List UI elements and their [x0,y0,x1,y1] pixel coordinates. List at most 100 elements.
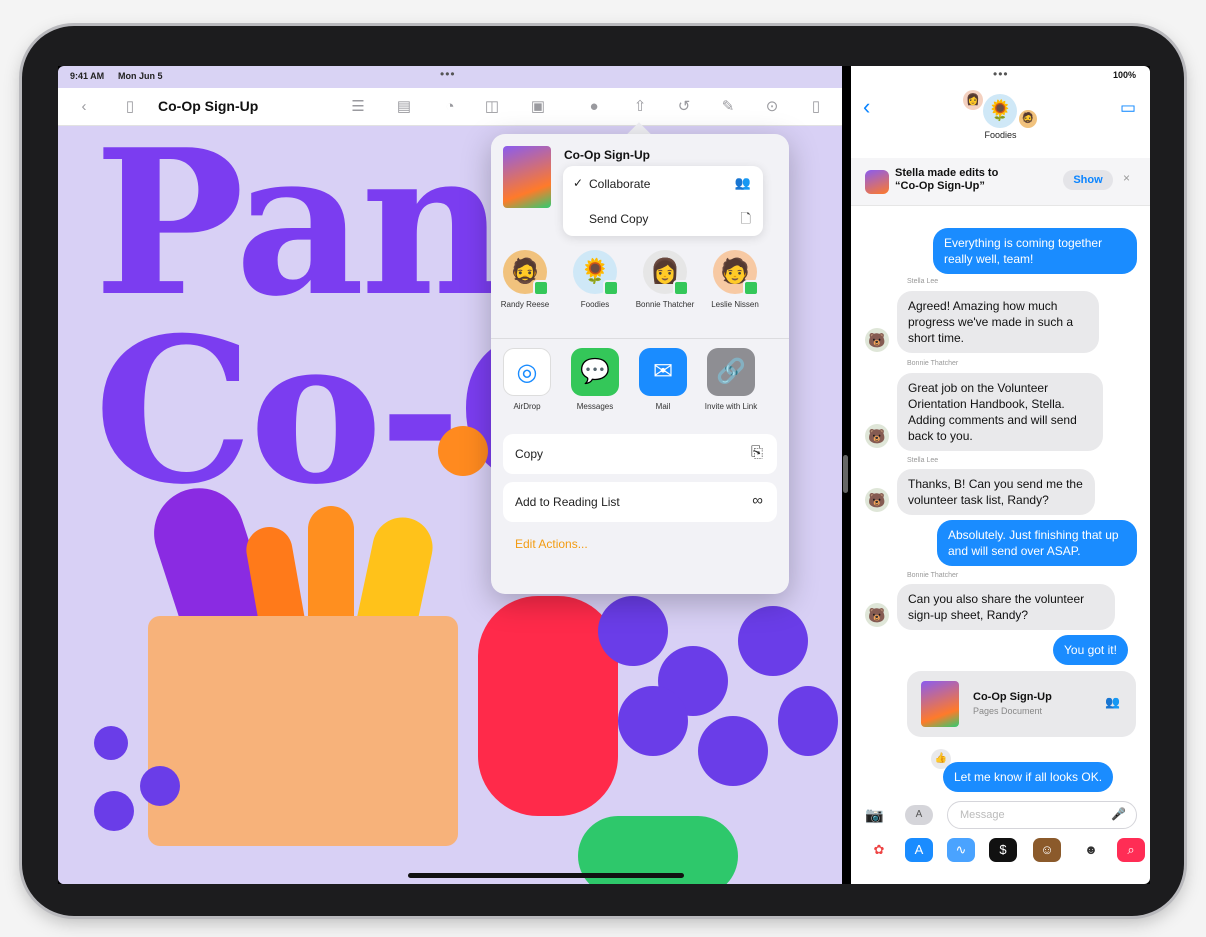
app-name: Invite with Link [704,402,758,411]
messages-badge-icon [743,280,759,296]
close-icon[interactable]: × [1123,171,1130,185]
mail-app[interactable]: ✉ Mail [631,348,695,412]
glasses-icon: ∞ [752,492,763,509]
sidebar-icon[interactable]: ▯ [120,97,140,117]
home-indicator [408,873,684,878]
collaborate-option[interactable]: ✓ Collaborate 👥 [563,166,763,201]
banner-line-2: “Co-Op Sign-Up” [895,180,985,192]
memoji-icon: 🧔 [503,250,549,296]
edit-actions-link[interactable]: Edit Actions... [515,537,588,551]
message-bubble-outgoing[interactable]: You got it! [1053,635,1128,665]
shared-document-card[interactable]: Co-Op Sign-Up Pages Document 👥 [907,671,1136,737]
memoji-icon[interactable]: ☻ [1077,838,1105,862]
grape-illustration [140,766,180,806]
audio-message-icon[interactable]: ∿ [947,838,975,862]
person-foodies[interactable]: 🌻 Foodies [565,250,625,310]
sunflower-icon: 🌻 [573,250,619,296]
message-bubble-incoming[interactable]: Can you also share the volunteer sign-up… [897,584,1115,630]
grape-illustration [698,716,768,786]
airdrop-app[interactable]: ◎ AirDrop [495,348,559,412]
person-name: Leslie Nissen [711,300,759,309]
document-thumbnail [921,681,959,727]
sender-avatar: 🐻 [865,328,889,352]
people-suggestions: 🧔 Randy Reese 🌻 Foodies 👩 Bonnie Thatche… [491,244,789,336]
sender-name: Bonnie Thatcher [907,360,959,367]
banner-line-1: Stella made edits to [895,167,999,179]
copy-label: Copy [515,447,544,461]
messages-icon: 💬 [571,348,619,396]
message-bubble-outgoing[interactable]: Let me know if all looks OK. [943,762,1114,792]
memoji-stickers-icon[interactable]: ☺ [1033,838,1061,862]
messages-badge-icon [533,280,549,296]
message-placeholder: Message [960,809,1005,821]
media-icon[interactable]: ▣ [528,97,548,117]
person-randy-reese[interactable]: 🧔 Randy Reese [495,250,555,310]
format-brush-icon[interactable]: ✎ [718,97,738,117]
photos-icon[interactable]: ✿ [865,838,893,862]
invite-with-link-app[interactable]: 🔗 Invite with Link [699,348,763,412]
checkmark-icon: ✓ [573,176,584,190]
collaborator-icon[interactable]: ● [584,97,604,117]
sender-name: Stella Lee [907,278,939,285]
back-chevron-icon[interactable]: ‹ [863,94,870,120]
shapes-icon[interactable]: ◫ [482,97,502,117]
memoji-icon: 🧑 [713,250,759,296]
messages-app[interactable]: 💬 Messages [563,348,627,412]
grape-illustration [94,726,128,760]
more-icon[interactable]: ⊙ [762,97,782,117]
status-bar: 9:41 AM Mon Jun 5 ••• [58,66,842,88]
message-bubble-incoming[interactable]: Thanks, B! Can you send me the volunteer… [897,469,1095,515]
multitasking-dots-icon[interactable]: ••• [440,68,456,80]
multitasking-dots-icon[interactable]: ••• [993,68,1009,80]
video-call-icon[interactable]: ▭ [1120,98,1136,118]
app-store-icon[interactable]: A [905,838,933,862]
grape-illustration [778,686,838,756]
send-copy-option[interactable]: Send Copy 🗋 [563,201,763,236]
message-bubble-outgoing[interactable]: Absolutely. Just finishing that up and w… [937,520,1137,566]
memoji-icon: 👩 [643,250,689,296]
search-images-icon[interactable]: ⌕ [1117,838,1145,862]
collaboration-mode-menu: ✓ Collaborate 👥 Send Copy 🗋 [563,166,763,236]
add-to-reading-list-action[interactable]: Add to Reading List ∞ [503,482,777,522]
group-name[interactable]: Foodies [851,130,1150,140]
chart-icon[interactable]: ◔ [440,97,460,117]
list-icon[interactable]: ☰ [348,97,368,117]
microphone-icon[interactable]: 🎤 [1111,807,1126,821]
message-bubble-incoming[interactable]: Agreed! Amazing how much progress we've … [897,291,1099,353]
messages-app: ••• 100% ‹ ▭ 👩 🌻 🧔 Foodies Stella made e… [851,66,1150,884]
grape-illustration [94,791,134,831]
copy-icon: ⎘ [750,444,763,461]
split-view-divider-handle[interactable] [843,455,848,493]
document-setup-icon[interactable]: ▯ [806,97,826,117]
copy-action[interactable]: Copy ⎘ [503,434,777,474]
app-store-apps-icon[interactable]: A [905,805,933,825]
undo-icon[interactable]: ↺ [674,97,694,117]
pepper-illustration [478,596,618,816]
grape-illustration [618,686,688,756]
show-button[interactable]: Show [1063,170,1113,190]
person-name: Bonnie Thatcher [635,300,695,309]
grocery-bag-illustration [148,616,458,846]
grape-illustration [738,606,808,676]
back-chevron-icon[interactable]: ‹ [74,97,94,117]
document-card-title: Co-Op Sign-Up [973,691,1052,703]
person-name: Randy Reese [500,300,550,309]
document-card-subtitle: Pages Document [973,706,1043,716]
collaborate-label: Collaborate [589,177,651,191]
memoji-icon: 🧔 [1019,110,1037,128]
message-bubble-incoming[interactable]: Great job on the Volunteer Orientation H… [897,373,1103,451]
person-leslie-nissen[interactable]: 🧑 Leslie Nissen [705,250,765,310]
sender-avatar: 🐻 [865,424,889,448]
message-input[interactable]: Message 🎤 [947,801,1137,829]
table-icon[interactable]: ▤ [394,97,414,117]
person-bonnie-thatcher[interactable]: 👩 Bonnie Thatcher [635,250,695,310]
document-title[interactable]: Co-Op Sign-Up [158,98,258,114]
orange-illustration [438,426,488,476]
apple-cash-icon[interactable]: $ [989,838,1017,862]
share-icon[interactable]: ⇧ [630,97,650,117]
message-bubble-outgoing[interactable]: Everything is coming together really wel… [933,228,1137,274]
camera-icon[interactable]: 📷 [865,806,884,824]
group-avatar[interactable]: 👩 🌻 🧔 [963,90,1037,134]
people-icon: 👥 [734,175,751,190]
person-name: Foodies [580,300,610,309]
